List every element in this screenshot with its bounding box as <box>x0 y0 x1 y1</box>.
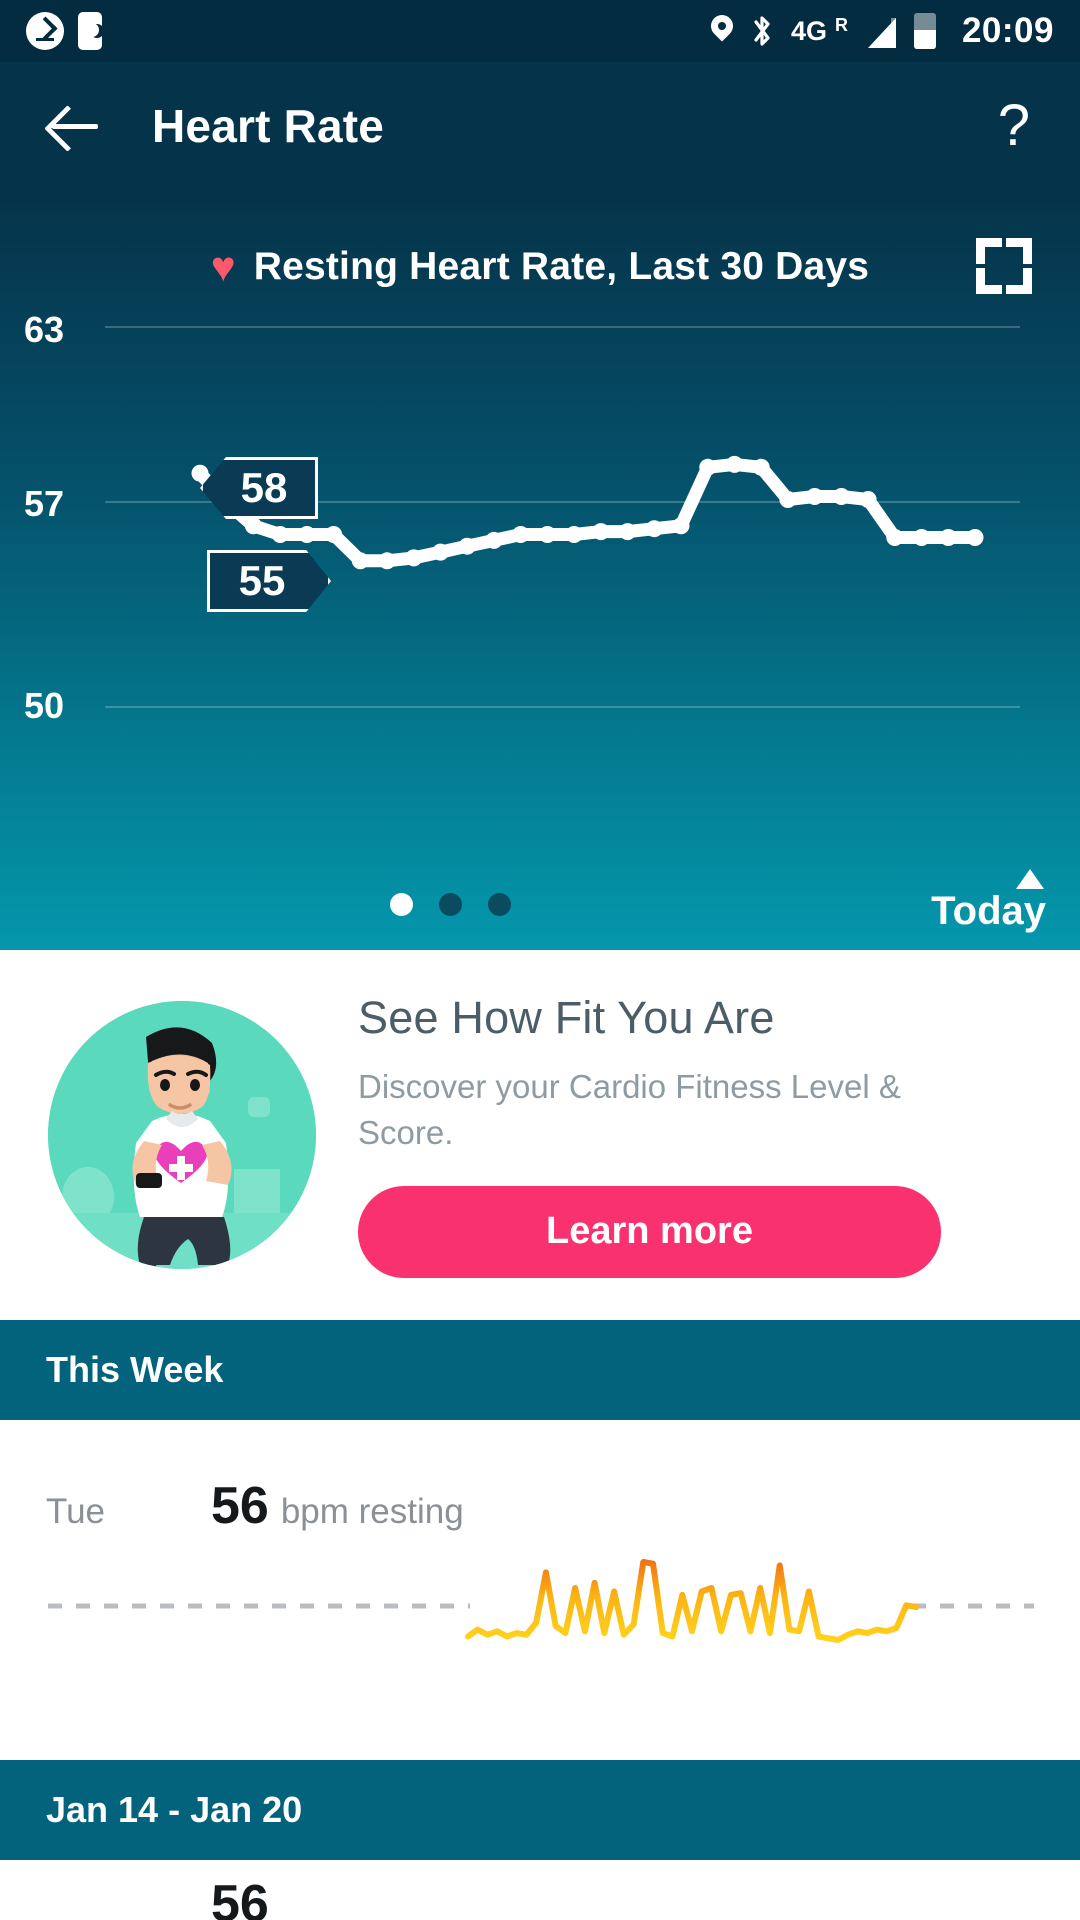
row-bpm-unit: bpm resting <box>280 1492 464 1531</box>
promo-title: See How Fit You Are <box>358 992 775 1044</box>
status-bar-clock: 20:09 <box>961 11 1054 50</box>
day-sparkline <box>48 1559 1034 1643</box>
section-header-label: This Week <box>46 1349 224 1390</box>
signal-icon <box>862 14 896 48</box>
battery-icon <box>913 13 936 49</box>
bluetooth-icon <box>751 14 773 48</box>
app-bar: Heart Rate ? <box>0 62 1080 190</box>
fitbit-app-icon <box>26 12 64 50</box>
section-header-jan-range: Jan 14 - Jan 20 <box>0 1760 1080 1860</box>
chart-pager-dots[interactable] <box>390 893 511 916</box>
heart-rate-week-row[interactable]: 56 <box>0 1860 1080 1920</box>
row-summary: 56 <box>0 1860 1080 1920</box>
today-button[interactable]: Today <box>931 869 1046 934</box>
row-bpm-value: 56 <box>211 1477 269 1535</box>
resting-heart-rate-chart-card[interactable]: ♥ Resting Heart Rate, Last 30 Days 63 57… <box>0 190 1080 950</box>
today-label: Today <box>931 889 1046 933</box>
page-title: Heart Rate <box>152 100 385 152</box>
chart-plot-area[interactable] <box>0 190 1080 950</box>
do-not-disturb-moon-icon <box>78 12 102 50</box>
y-axis-tick-57: 57 <box>24 483 65 524</box>
section-header-this-week: This Week <box>0 1320 1080 1420</box>
row-day-label: Tue <box>46 1492 106 1531</box>
cardio-fitness-promo-card[interactable]: See How Fit You Are Discover your Cardio… <box>0 950 1080 1320</box>
promo-subtitle: Discover your Cardio Fitness Level & Sco… <box>358 1068 901 1151</box>
status-bar-left-icons <box>26 12 102 50</box>
question-mark-icon[interactable]: ? <box>998 97 1040 155</box>
walking-man-illustration <box>48 1001 316 1269</box>
back-arrow-icon[interactable] <box>40 91 110 161</box>
network-type-label: 4G <box>790 15 827 46</box>
y-axis-tick-50: 50 <box>24 685 65 726</box>
roaming-label: R <box>834 15 848 35</box>
section-header-label: Jan 14 - Jan 20 <box>46 1789 303 1830</box>
promo-text-block: See How Fit You Are Discover your Cardio… <box>358 992 1080 1278</box>
pager-dot-3[interactable] <box>488 893 511 916</box>
chart-callout-low: 55 <box>207 550 331 612</box>
heart-rate-day-row[interactable]: Tue 56 bpm resting <box>0 1420 1080 1760</box>
row-summary: Tue 56 bpm resting <box>0 1420 1080 1536</box>
y-axis-tick-63: 63 <box>24 309 65 350</box>
pager-dot-1[interactable] <box>390 893 413 916</box>
row-bpm-value: 56 <box>211 1875 269 1920</box>
status-bar: 4G R 20:09 <box>0 0 1080 62</box>
learn-more-button[interactable]: Learn more <box>358 1185 941 1278</box>
today-triangle-icon <box>1016 869 1044 889</box>
location-pin-icon <box>711 15 733 47</box>
status-bar-right-icons: 4G R 20:09 <box>711 11 1054 51</box>
pager-dot-2[interactable] <box>439 893 462 916</box>
